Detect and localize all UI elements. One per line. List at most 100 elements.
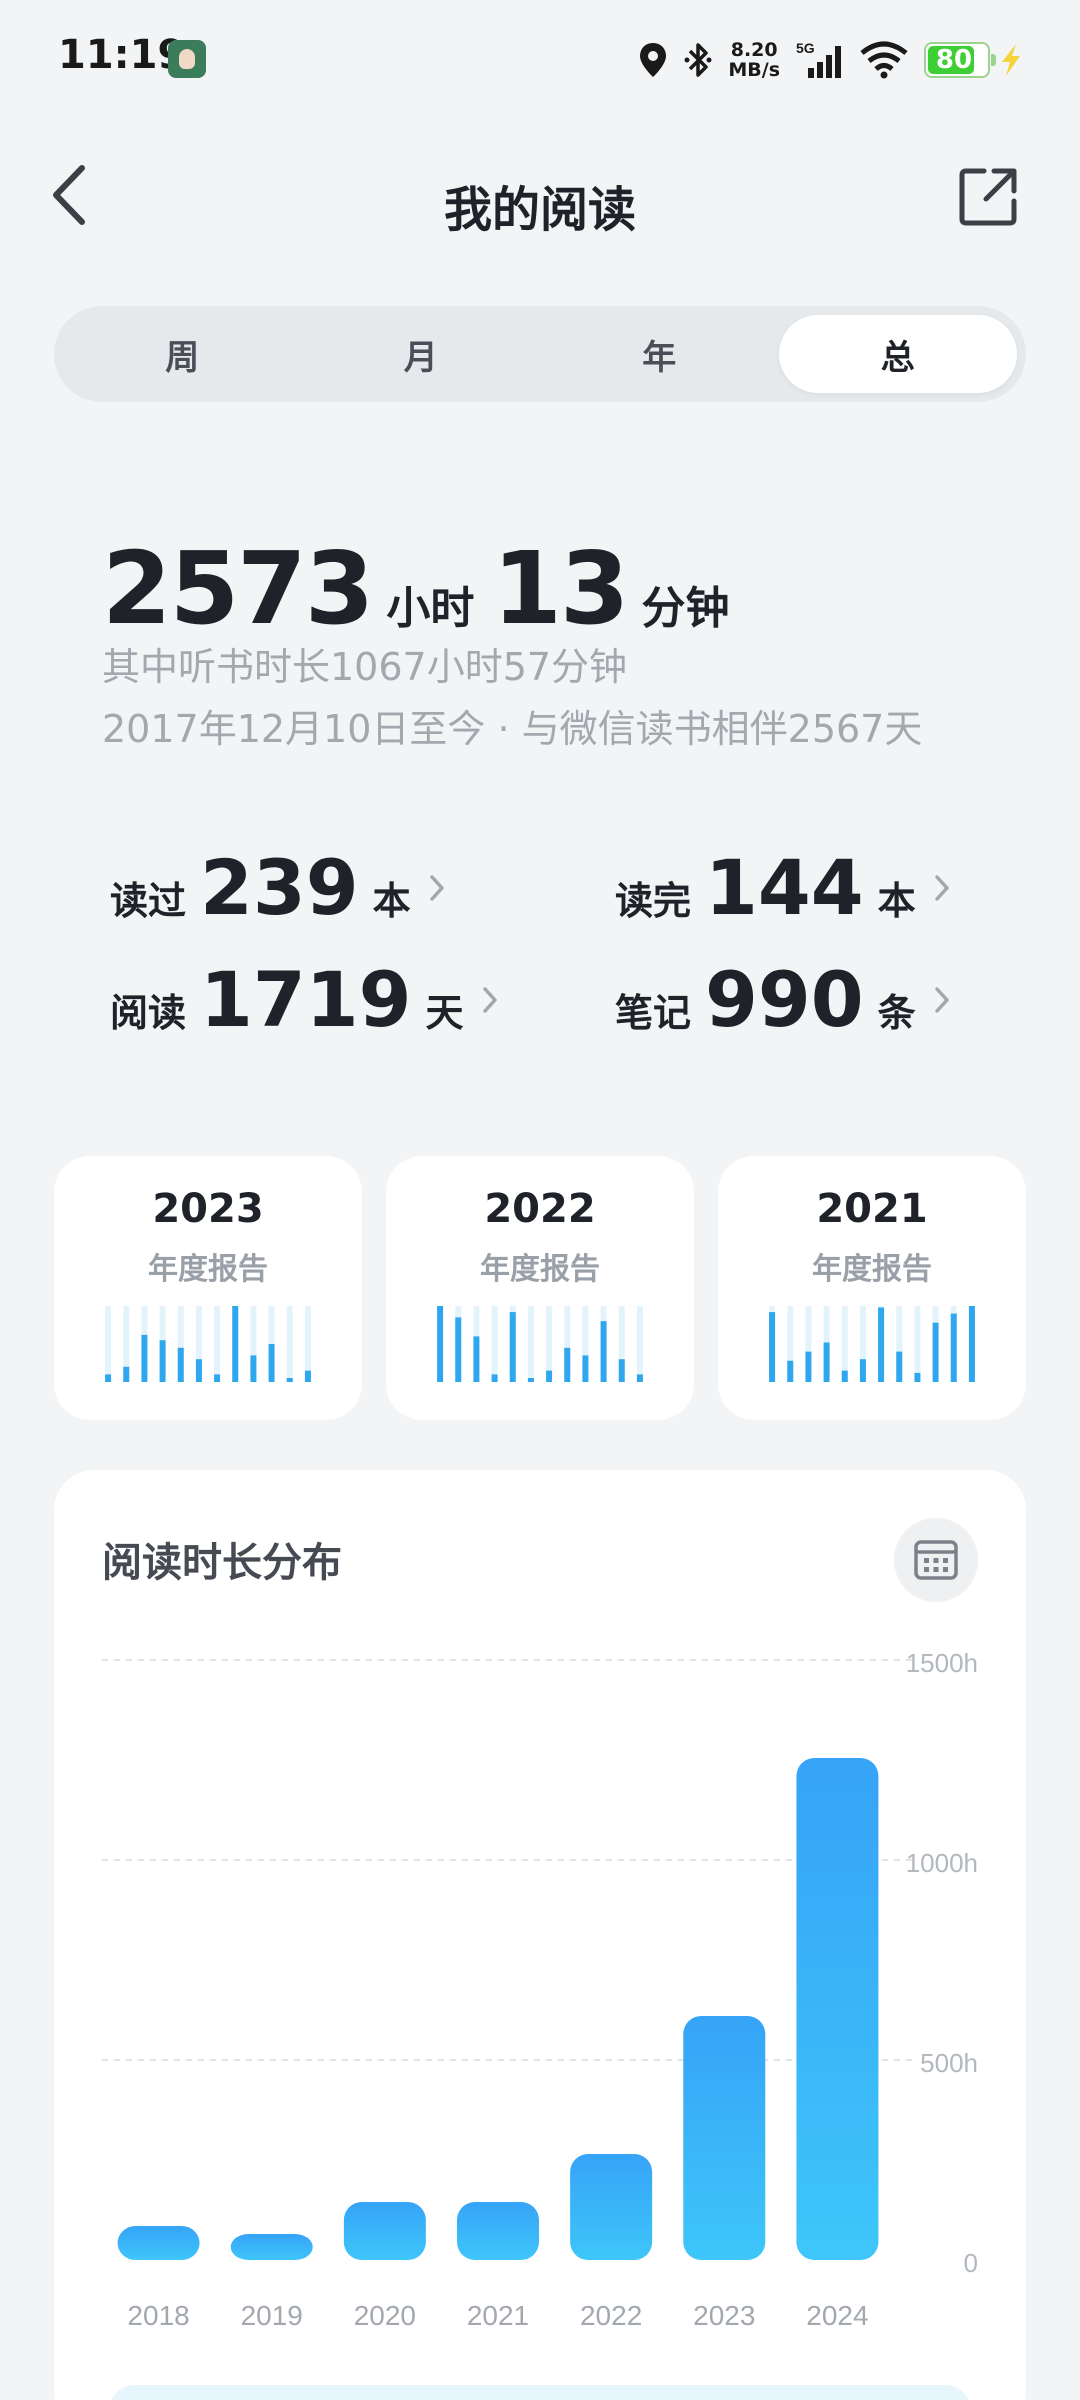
report-bar — [823, 1342, 830, 1382]
report-bar-track — [286, 1306, 293, 1382]
chevron-right-icon — [429, 874, 444, 901]
report-bar — [437, 1306, 444, 1382]
stat-label: 阅读 — [110, 991, 187, 1035]
y-tick-label: 0 — [964, 2248, 978, 2278]
stat-reading-days[interactable]: 阅读 1719 天 — [110, 955, 500, 1044]
annual-report-card-2022[interactable]: 2022 年度报告 — [386, 1156, 694, 1420]
x-tick-label: 2022 — [580, 2300, 642, 2331]
battery-indicator: 80 — [924, 42, 996, 78]
y-tick-label: 1500h — [906, 1648, 978, 1678]
status-time: 11:19 — [58, 32, 186, 78]
share-export-icon[interactable] — [958, 165, 1020, 227]
report-bar — [527, 1378, 534, 1382]
page-title: 我的阅读 — [443, 182, 636, 238]
stat-value: 144 — [705, 843, 864, 932]
minutes-unit: 分钟 — [641, 583, 730, 634]
network-speed: 8.20 MB/s — [728, 40, 780, 80]
annual-report-card-2023[interactable]: 2023 年度报告 — [54, 1156, 362, 1420]
reading-time-bar-chart: 0 500h 1000h 1500h 2018 2019 2020 2021 2022 2023 2… — [102, 1648, 978, 2331]
report-bar — [473, 1336, 480, 1382]
stat-unit: 条 — [877, 991, 916, 1035]
report-bar — [177, 1347, 184, 1382]
tab-year[interactable]: 年 — [540, 315, 779, 393]
report-bar — [268, 1344, 275, 1382]
report-year: 2023 — [152, 1186, 264, 1232]
report-label: 年度报告 — [812, 1252, 932, 1287]
report-bar — [123, 1366, 130, 1382]
report-bar — [250, 1355, 257, 1382]
report-bar — [841, 1370, 848, 1382]
report-bar — [896, 1351, 903, 1382]
stat-unit: 天 — [425, 991, 464, 1035]
chart-bar — [343, 2202, 426, 2260]
stat-notes[interactable]: 笔记 990 条 — [615, 955, 952, 1044]
report-bar-track — [304, 1306, 311, 1382]
report-bar — [914, 1372, 921, 1382]
report-bar — [950, 1313, 957, 1382]
wifi-icon — [860, 41, 908, 79]
x-tick-label: 2023 — [693, 2300, 755, 2331]
tab-week[interactable]: 周 — [63, 315, 302, 393]
chart-bar — [683, 2016, 766, 2260]
report-bar — [932, 1322, 939, 1382]
report-mini-chart — [769, 1306, 975, 1382]
report-bar — [968, 1306, 975, 1382]
report-bar-track — [546, 1306, 553, 1382]
report-bar-track — [914, 1306, 921, 1382]
x-tick-label: 2020 — [354, 2300, 416, 2331]
report-bar — [564, 1347, 571, 1382]
report-bar — [491, 1374, 498, 1382]
stat-label: 读完 — [615, 879, 692, 923]
stat-label: 笔记 — [615, 991, 692, 1035]
report-bar — [286, 1378, 293, 1382]
app-notification-icon — [168, 40, 206, 78]
report-bar-track — [214, 1306, 221, 1382]
report-bar — [636, 1374, 643, 1382]
chevron-right-icon — [934, 874, 949, 901]
stat-value: 1719 — [200, 955, 412, 1044]
y-tick-label: 500h — [920, 2048, 978, 2078]
x-tick-label: 2018 — [127, 2300, 189, 2331]
report-bar-track — [636, 1306, 643, 1382]
annual-report-card-2021[interactable]: 2021 年度报告 — [718, 1156, 1026, 1420]
report-label: 年度报告 — [480, 1252, 600, 1287]
tab-total[interactable]: 总 — [778, 315, 1017, 393]
chevron-right-icon — [482, 986, 497, 1013]
reading-stats-page: 11:19 8.20 MB/s 5G 80 我的阅读 周 月 年 总 2573 … — [0, 0, 1080, 2400]
stat-unit: 本 — [877, 879, 916, 923]
report-mini-chart — [437, 1306, 643, 1382]
report-bar-track — [105, 1306, 112, 1382]
report-bar — [105, 1374, 112, 1382]
chevron-right-icon — [934, 986, 949, 1013]
hours-unit: 小时 — [386, 583, 475, 634]
status-icons: 8.20 MB/s 5G 80 — [638, 36, 1024, 84]
report-bar — [455, 1317, 462, 1382]
report-bar — [859, 1359, 866, 1382]
chart-bar — [457, 2202, 539, 2260]
report-bar-track — [491, 1306, 498, 1382]
report-bar — [787, 1360, 794, 1382]
report-year: 2022 — [484, 1186, 596, 1232]
network-speed-value: 8.20 — [730, 39, 778, 61]
stat-books-finished[interactable]: 读完 144 本 — [615, 843, 952, 932]
report-bar — [214, 1374, 221, 1382]
stat-value: 239 — [200, 843, 359, 932]
x-tick-label: 2024 — [806, 2300, 868, 2331]
y-tick-label: 1000h — [906, 1848, 978, 1878]
report-bar — [232, 1306, 239, 1382]
period-tabs: 周 月 年 总 — [54, 306, 1026, 402]
report-bar — [546, 1370, 553, 1382]
network-type: 5G — [796, 40, 815, 56]
report-bar — [304, 1370, 311, 1382]
stat-unit: 本 — [372, 879, 411, 923]
chart-bar — [117, 2226, 200, 2260]
report-bar — [582, 1355, 589, 1382]
tab-month[interactable]: 月 — [302, 315, 541, 393]
report-year: 2021 — [816, 1186, 928, 1232]
report-bar — [618, 1359, 625, 1382]
stat-books-read[interactable]: 读过 239 本 — [110, 843, 447, 932]
report-bar — [195, 1359, 202, 1382]
x-tick-label: 2021 — [467, 2300, 529, 2331]
since-date-text: 2017年12月10日至今 · 与微信读书相伴2567天 — [102, 707, 923, 751]
location-icon — [640, 43, 667, 77]
